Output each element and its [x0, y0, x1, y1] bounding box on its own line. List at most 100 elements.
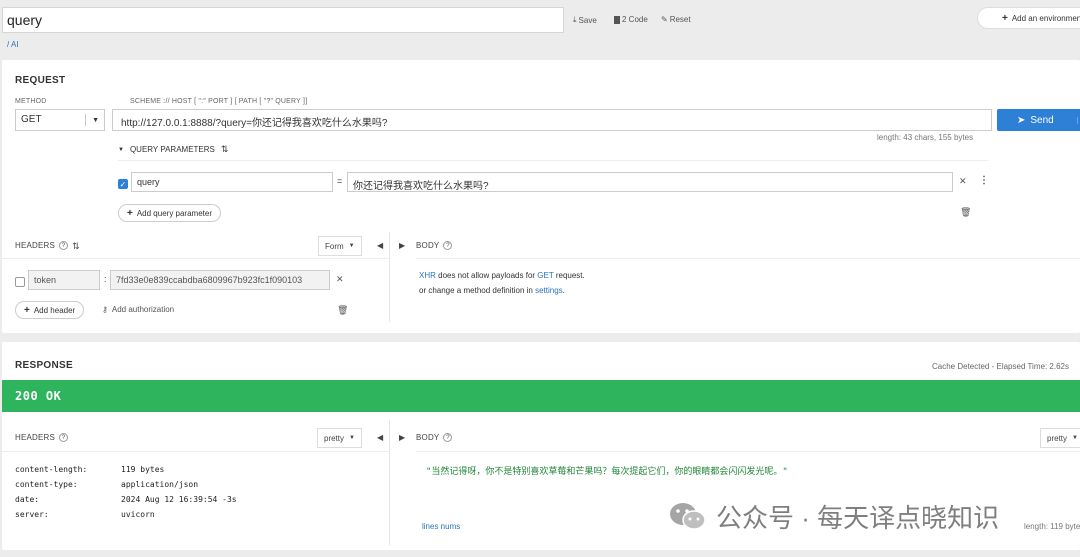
code-button[interactable]: 2 Code	[614, 15, 648, 24]
chevron-down-icon: ▼	[85, 114, 99, 126]
headers-mode-select[interactable]: Form ▼	[318, 236, 362, 256]
response-header-row: content-type: application/json	[15, 477, 237, 492]
header-value-input[interactable]: 7fd33e0e839ccabdba6809967b923fc1f090103	[110, 270, 330, 290]
watermark-text: 公众号 · 每天译点晓知识	[716, 503, 1000, 533]
header-value: uvicorn	[121, 510, 155, 519]
header-enabled-checkbox[interactable]	[15, 277, 25, 287]
body-mode-value: pretty	[1047, 433, 1068, 443]
equals-sign: =	[337, 176, 343, 186]
url-input[interactable]: http://127.0.0.1:8888/?query=你还记得我喜欢吃什么水…	[112, 109, 992, 131]
response-length-info: length: 119 bytes	[1024, 522, 1080, 531]
breadcrumb[interactable]: / AI	[7, 40, 19, 49]
expand-right-icon[interactable]: ▶	[399, 433, 405, 442]
query-params-toggle[interactable]: ▼ QUERY PARAMETERS ⇅	[118, 144, 228, 155]
send-button[interactable]: ➤ Send ▼	[997, 109, 1080, 131]
response-title: RESPONSE	[15, 360, 73, 371]
request-name-input[interactable]: query	[2, 7, 564, 33]
headers-label: HEADERS	[15, 241, 56, 250]
body-msg-text: request.	[553, 271, 585, 280]
response-header-row: content-length: 119 bytes	[15, 462, 237, 477]
reset-label: Reset	[669, 15, 691, 24]
response-headers-header: HEADERS ?	[15, 433, 69, 442]
help-icon[interactable]: ?	[59, 241, 69, 250]
sort-icon[interactable]: ⇅	[221, 144, 229, 155]
trash-icon[interactable]: 🗑	[337, 305, 348, 316]
colon-separator: :	[104, 274, 107, 284]
trash-icon[interactable]: 🗑	[960, 207, 971, 218]
divider	[2, 258, 389, 259]
param-key-input[interactable]: query	[131, 172, 333, 192]
close-icon[interactable]: ✕	[336, 274, 344, 285]
add-header-button[interactable]: + Add header	[15, 301, 85, 319]
paper-plane-icon: ➤	[1017, 114, 1026, 126]
method-value: GET	[21, 114, 42, 125]
caret-down-icon: ▼	[348, 243, 355, 249]
help-icon[interactable]: ?	[443, 241, 453, 250]
method-select[interactable]: GET ▼	[15, 109, 105, 131]
url-label: SCHEME :// HOST [ ":" PORT ] [ PATH [ "?…	[130, 98, 308, 105]
sort-icon[interactable]: ⇅	[72, 241, 80, 252]
collapse-left-icon[interactable]: ◀	[377, 433, 383, 442]
send-label: Send	[1030, 114, 1054, 126]
header-value: 119 bytes	[121, 465, 165, 474]
divider	[416, 451, 1080, 452]
add-auth-label: Add authorization	[111, 305, 175, 314]
param-enabled-checkbox[interactable]: ✓	[118, 179, 128, 189]
save-label: Save	[578, 15, 597, 25]
caret-down-icon: ▼	[1072, 435, 1078, 441]
response-body-mode-select[interactable]: pretty ▼	[1040, 428, 1080, 448]
env-label: Add an environment	[1011, 13, 1080, 23]
collapse-left-icon[interactable]: ◀	[377, 241, 383, 250]
headers-label: HEADERS	[15, 433, 56, 442]
more-vertical-icon[interactable]: ⋮	[979, 175, 989, 186]
download-icon: ⤓	[573, 15, 577, 24]
add-header-label: Add header	[33, 305, 76, 315]
reset-button[interactable]: ✎ Reset	[661, 15, 691, 24]
response-headers-mode-select[interactable]: pretty ▼	[317, 428, 362, 448]
add-query-parameter-button[interactable]: + Add query parameter	[118, 204, 221, 222]
save-button[interactable]: ⤓ Save	[573, 15, 597, 25]
triangle-down-icon: ▼	[118, 146, 124, 153]
header-value: 2024 Aug 12 16:39:54 -3s	[121, 495, 237, 504]
xhr-link[interactable]: XHR	[419, 271, 436, 280]
header-key: date:	[15, 495, 40, 504]
add-environment-button[interactable]: + Add an environment	[977, 7, 1080, 29]
line-nums-toggle[interactable]: lines nums	[422, 522, 460, 531]
divider	[118, 160, 988, 161]
response-body-text[interactable]: "当然记得呀，你不是特别喜欢草莓和芒果吗？每次提起它们，你的眼睛都会闪闪发光呢。…	[426, 464, 788, 477]
response-header-row: date: 2024 Aug 12 16:39:54 -3s	[15, 492, 237, 507]
body-msg-text: or change a method definition in	[419, 286, 536, 295]
watermark: 公众号 · 每天译点晓知识	[668, 498, 999, 535]
wechat-icon	[668, 501, 708, 533]
headers-header: HEADERS ? ⇅	[15, 241, 80, 252]
header-key: content-type:	[15, 480, 78, 489]
header-value: application/json	[121, 480, 199, 489]
add-authorization-button[interactable]: ⚷ Add authorization	[102, 305, 174, 314]
column-divider	[389, 420, 390, 545]
param-value-input[interactable]: 你还记得我喜欢吃什么水果吗?	[347, 172, 953, 192]
add-param-label: Add query parameter	[136, 208, 212, 218]
url-length-info: length: 43 chars, 155 bytes	[877, 133, 974, 142]
body-header: BODY ?	[416, 241, 453, 250]
help-icon[interactable]: ?	[443, 433, 453, 442]
body-message-line2: or change a method definition in setting…	[419, 286, 565, 295]
header-key-input[interactable]: token	[28, 270, 100, 290]
help-icon[interactable]: ?	[59, 433, 69, 442]
column-divider	[389, 232, 390, 322]
body-message-line1: XHR does not allow payloads for GET requ…	[419, 271, 585, 280]
cache-info: Cache Detected - Elapsed Time: 2.62s	[932, 362, 1069, 371]
close-icon[interactable]: ✕	[959, 176, 967, 187]
method-label: METHOD	[15, 98, 47, 105]
get-link[interactable]: GET	[537, 271, 553, 280]
body-label: BODY	[416, 241, 440, 250]
response-header-row: server: uvicorn	[15, 507, 237, 522]
divider	[2, 451, 389, 452]
body-msg-text: .	[562, 286, 565, 295]
plus-icon: +	[1002, 12, 1008, 24]
settings-link[interactable]: settings	[535, 286, 563, 295]
plus-icon: +	[127, 207, 133, 219]
headers-mode-value: Form	[325, 241, 344, 251]
request-panel: REQUEST METHOD SCHEME :// HOST [ ":" POR…	[2, 60, 1080, 333]
expand-right-icon[interactable]: ▶	[399, 241, 405, 250]
caret-down-icon: ▼	[349, 435, 355, 441]
